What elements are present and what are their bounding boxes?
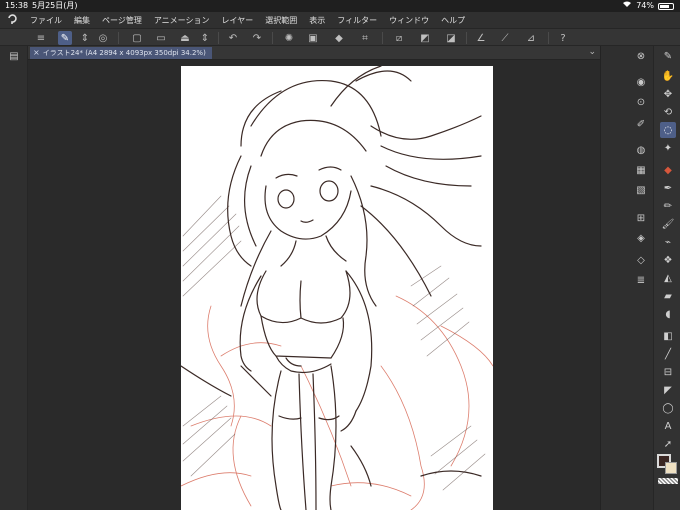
gradient-icon[interactable]: ◧ [660, 328, 676, 344]
document-tab-title: イラスト24* (A4 2894 x 4093px 350dpi 34.2%) [42, 49, 206, 57]
panel-toggle-icon[interactable]: ▤ [6, 48, 22, 64]
transparent-color-swatch[interactable] [658, 478, 678, 484]
canvas-area[interactable] [28, 60, 600, 510]
pen-tool-icon[interactable]: ✎ [660, 48, 676, 64]
battery-percent: 74% [636, 1, 654, 10]
menu-icon[interactable]: ≡ [34, 31, 48, 45]
blend-icon[interactable]: ◖ [660, 306, 676, 322]
text-icon[interactable]: A [660, 418, 676, 434]
redo-icon[interactable]: ↷ [250, 31, 264, 45]
airbrush-icon[interactable]: ⌁ [660, 234, 676, 250]
left-panel: ▤ [0, 46, 28, 510]
save-icon[interactable]: ⏏ [178, 31, 192, 45]
chevron-down-icon[interactable]: ⌄ [588, 47, 596, 57]
rotate-icon[interactable]: ⟲ [660, 104, 676, 120]
right-panel: ⊗ ◉ ⊙ ✐ ◍ ▦ ▧ ⊞ ◈ ◇ ≣ ✎ ✋ ✥ ⟲ ◌ ✦ ◆ ✒ ✏ … [600, 46, 680, 510]
sub-tool-icon[interactable]: ◉ [633, 74, 649, 90]
line-icon[interactable]: ⊿ [524, 31, 538, 45]
open-folder-icon[interactable]: ▭ [154, 31, 168, 45]
eye-icon[interactable]: ◎ [96, 31, 110, 45]
status-time: 15:38 [5, 1, 29, 10]
tool-bar: ✎ ✋ ✥ ⟲ ◌ ✦ ◆ ✒ ✏ 🖌 ⌁ ❖ ◭ ▰ ◖ ◧ ╱ ⊟ ◤ ◯ … [653, 46, 680, 510]
menu-page-management[interactable]: ページ管理 [96, 15, 148, 26]
color-set-icon[interactable]: ▦ [633, 162, 649, 178]
adjust-icon[interactable]: ◪ [444, 31, 458, 45]
decoration-icon[interactable]: ❖ [660, 252, 676, 268]
balloon-icon[interactable]: ◯ [660, 400, 676, 416]
frame-icon[interactable]: ⊟ [660, 364, 676, 380]
chevron-updown-icon[interactable]: ⇕ [78, 31, 92, 45]
clear-icon[interactable]: ▣ [306, 31, 320, 45]
status-right: 74% [622, 0, 674, 12]
eraser-icon[interactable]: ▰ [660, 288, 676, 304]
command-bar: ≡ ✎ ⇕ ◎ ▢ ▭ ⏏ ⇕ ↶ ↷ ✺ ▣ ◆ ⌗ ⧄ ◩ ◪ ∠ ⟋ ⊿ … [0, 28, 680, 46]
ruler-icon[interactable]: ∠ [474, 31, 488, 45]
intermediate-color-icon[interactable]: ▧ [633, 182, 649, 198]
app-logo-icon[interactable] [0, 13, 24, 28]
layer-property-icon[interactable]: ◇ [633, 252, 649, 268]
pen-icon[interactable]: ✒ [660, 180, 676, 196]
crop-icon[interactable]: ⌗ [358, 31, 372, 45]
wifi-icon [622, 0, 632, 12]
new-canvas-icon[interactable]: ▢ [130, 31, 144, 45]
battery-level [660, 4, 669, 8]
sketch-artwork [181, 66, 493, 510]
sub-color-swatch[interactable] [665, 462, 677, 474]
pencil-icon[interactable]: ✏ [660, 198, 676, 214]
menu-edit[interactable]: 編集 [68, 15, 96, 26]
menu-animation[interactable]: アニメーション [148, 15, 216, 26]
menu-view[interactable]: 表示 [303, 15, 331, 26]
hand-icon[interactable]: ✋ [660, 68, 676, 84]
lasso-icon[interactable]: ◌ [660, 122, 676, 138]
brush-icon[interactable]: 🖌 [660, 216, 676, 232]
operation-icon[interactable]: ➚ [660, 436, 676, 452]
move-layer-icon[interactable]: ✥ [660, 86, 676, 102]
right-panel-icons: ⊗ ◉ ⊙ ✐ ◍ ▦ ▧ ⊞ ◈ ◇ ≣ [605, 46, 651, 510]
canvas-tab-bar: × イラスト24* (A4 2894 x 4093px 350dpi 34.2%… [28, 46, 600, 60]
menu-file[interactable]: ファイル [24, 15, 68, 26]
line-tool-icon[interactable]: ╱ [660, 346, 676, 362]
menu-bar: ファイル 編集 ページ管理 アニメーション レイヤー 選択範囲 表示 フィルター… [0, 12, 680, 28]
fill-icon[interactable]: ◆ [332, 31, 346, 45]
deselect-icon[interactable]: ⧄ [392, 31, 406, 45]
fill-bucket-icon[interactable]: ◭ [660, 270, 676, 286]
ruler-tool-icon[interactable]: ◤ [660, 382, 676, 398]
menu-selection[interactable]: 選択範囲 [259, 15, 303, 26]
stroke-icon[interactable]: ⟋ [498, 31, 512, 45]
status-bar: 15:38 5月25日(月) 74% [0, 0, 680, 12]
canvas-paper[interactable] [181, 66, 493, 510]
magic-wand-icon[interactable]: ✦ [660, 140, 676, 156]
approximate-color-icon[interactable]: ⊞ [633, 210, 649, 226]
pen-settings-icon[interactable]: ✎ [58, 31, 72, 45]
menu-layer[interactable]: レイヤー [216, 15, 260, 26]
color-circle-icon[interactable]: ◍ [633, 142, 649, 158]
help-icon[interactable]: ? [556, 31, 570, 45]
chevron-updown-icon[interactable]: ⇕ [198, 31, 212, 45]
menu-window[interactable]: ウィンドウ [383, 15, 435, 26]
tool-property-icon[interactable]: ⊙ [633, 94, 649, 110]
document-tab[interactable]: × イラスト24* (A4 2894 x 4093px 350dpi 34.2%… [30, 47, 212, 59]
eyedropper-icon[interactable]: ◆ [660, 162, 676, 178]
status-date: 5月25日(月) [32, 1, 78, 10]
menu-help[interactable]: ヘルプ [435, 15, 471, 26]
material-icon[interactable]: ◈ [633, 230, 649, 246]
layer-icon[interactable]: ≣ [633, 272, 649, 288]
navigator-icon[interactable]: ⊗ [633, 48, 649, 64]
undo-icon[interactable]: ↶ [226, 31, 240, 45]
brush-size-icon[interactable]: ✐ [633, 116, 649, 132]
menu-filter[interactable]: フィルター [331, 15, 383, 26]
close-icon[interactable]: × [33, 47, 40, 59]
invert-icon[interactable]: ◩ [418, 31, 432, 45]
loading-icon[interactable]: ✺ [282, 31, 296, 45]
battery-icon [658, 2, 674, 10]
